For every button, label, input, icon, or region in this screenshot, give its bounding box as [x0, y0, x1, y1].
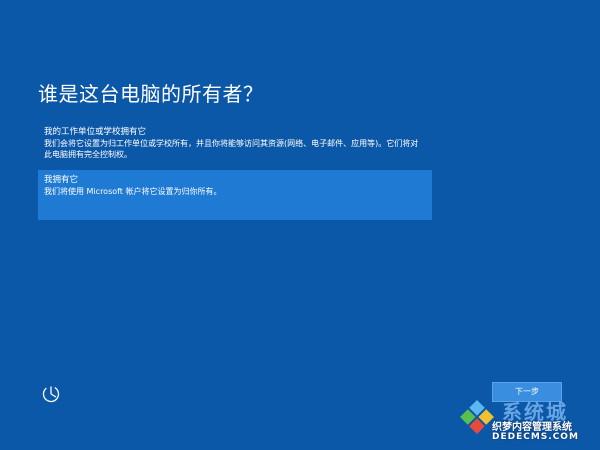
option-work-description: 我们会将它设置为归工作单位或学校所有，并且你将能够访问其资源(网络、电子邮件、应…: [44, 139, 419, 159]
page-title: 谁是这台电脑的所有者？: [38, 82, 264, 106]
owner-options-list: 我的工作单位或学校拥有它 我们会将它设置为归工作单位或学校所有，并且你将能够访问…: [38, 122, 432, 220]
windows-logo-icon: [460, 400, 494, 434]
option-i-own-it[interactable]: 我拥有它 我们将使用 Microsoft 帐户将它设置为归你所有。: [38, 170, 432, 220]
option-own-description: 我们将使用 Microsoft 帐户将它设置为归你所有。: [44, 187, 222, 196]
option-work-title: 我的工作单位或学校拥有它: [44, 127, 147, 137]
option-own-title: 我拥有它: [44, 175, 79, 185]
option-work-or-school[interactable]: 我的工作单位或学校拥有它 我们会将它设置为归工作单位或学校所有，并且你将能够访问…: [38, 122, 432, 170]
watermark: 系统城 织梦内容管理系统 DEDECMS.COM: [450, 396, 600, 450]
watermark-line2: DEDECMS.COM: [492, 432, 579, 442]
watermark-line1: 织梦内容管理系统: [492, 422, 572, 433]
setup-screen: 谁是这台电脑的所有者？ 我的工作单位或学校拥有它 我们会将它设置为归工作单位或学…: [0, 0, 600, 450]
ease-of-access-icon[interactable]: [40, 383, 62, 405]
